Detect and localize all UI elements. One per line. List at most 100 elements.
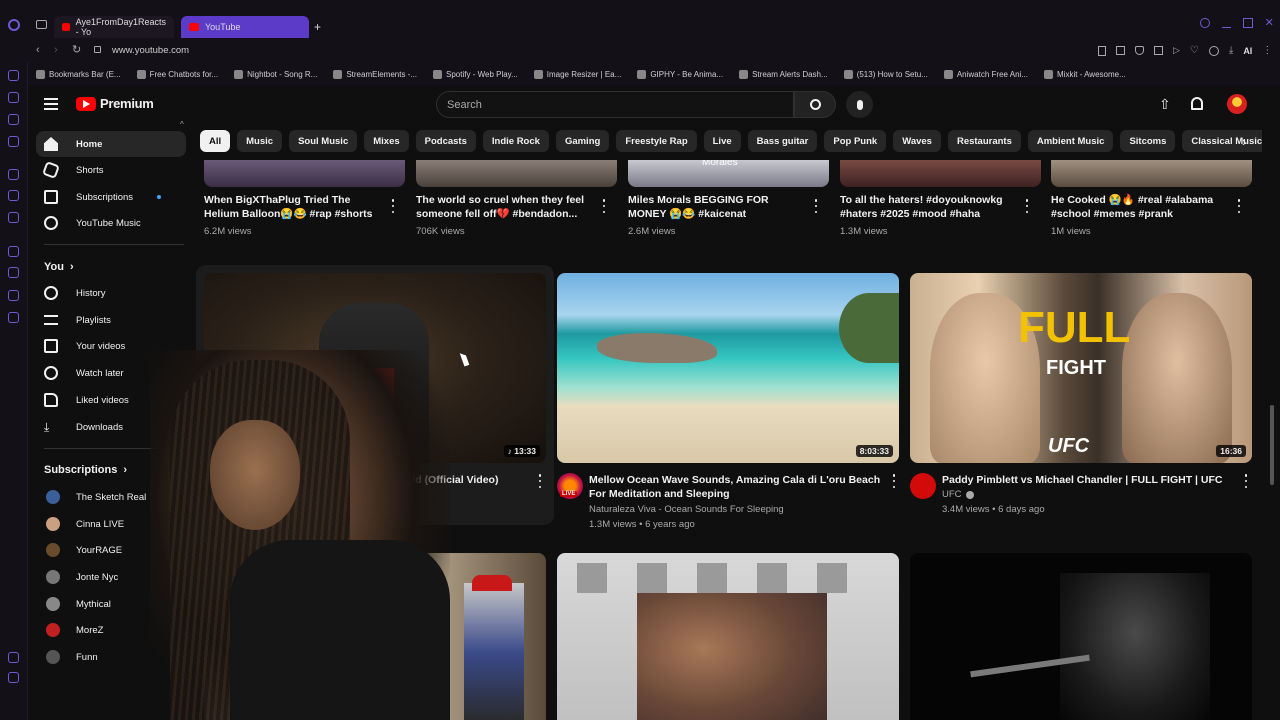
hamburger-menu-icon[interactable] [44, 98, 58, 110]
bookmark-item[interactable]: (513) How to Setu... [836, 64, 936, 84]
short-thumbnail[interactable] [204, 160, 405, 187]
forward-icon[interactable]: › [54, 44, 58, 56]
shield-icon[interactable] [1135, 46, 1144, 55]
download-icon[interactable]: ⤓ [1229, 45, 1233, 56]
chip-classical-music[interactable]: Classical Music [1182, 130, 1262, 152]
minimize-icon[interactable] [1221, 18, 1231, 28]
short-title[interactable]: The world so cruel when they feel someon… [416, 193, 596, 223]
browser-sidebar-app-icon[interactable] [8, 70, 19, 81]
chip-sitcoms[interactable]: Sitcoms [1120, 130, 1176, 152]
channel-name[interactable]: Naturaleza Viva - Ocean Sounds For Sleep… [589, 504, 784, 515]
browser-sidebar-app-icon[interactable] [8, 652, 19, 663]
browser-sidebar-app-icon[interactable] [8, 190, 19, 201]
video-thumbnail[interactable] [910, 553, 1252, 720]
more-options-icon[interactable] [390, 199, 396, 213]
translate-icon[interactable] [1154, 46, 1163, 55]
notifications-bell-icon[interactable] [1191, 97, 1203, 110]
short-title[interactable]: He Cooked 😭🔥 #real #alabama #school #mem… [1051, 193, 1231, 223]
sidebar-item-history[interactable]: History [36, 280, 186, 306]
more-options-icon[interactable] [813, 199, 819, 213]
more-options-icon[interactable] [1024, 199, 1030, 213]
video-thumbnail[interactable] [557, 553, 899, 720]
more-options-icon[interactable] [1243, 474, 1249, 488]
browser-sidebar-app-icon[interactable] [8, 672, 19, 683]
short-thumbnail[interactable]: Morales [628, 160, 829, 187]
more-options-icon[interactable] [891, 474, 897, 488]
sidebar-item-youtube-music[interactable]: YouTube Music [36, 210, 186, 236]
browser-sidebar-app-icon[interactable] [8, 246, 19, 257]
sidebar-item-playlists[interactable]: Playlists [36, 307, 186, 333]
chip-mixes[interactable]: Mixes [364, 130, 409, 152]
subscriptions-heading[interactable]: Subscriptions › [44, 464, 127, 476]
bookmark-icon[interactable] [1098, 45, 1106, 56]
chip-restaurants[interactable]: Restaurants [947, 130, 1021, 152]
browser-sidebar-app-icon[interactable] [8, 290, 19, 301]
youtube-logo[interactable]: Premium [76, 96, 154, 111]
channel-avatar[interactable] [910, 473, 936, 499]
bookmark-item[interactable]: Aniwatch Free Ani... [936, 64, 1036, 84]
video-thumbnail[interactable]: FULL FIGHT UFC 16:36 [910, 273, 1252, 463]
short-title[interactable]: Miles Morals BEGGING FOR MONEY 😭😂 #kaice… [628, 193, 808, 223]
bookmark-item[interactable]: Bookmarks Bar (E... [28, 64, 129, 84]
snapshot-icon[interactable] [1116, 46, 1125, 55]
profile-icon[interactable] [1208, 45, 1219, 56]
bookmark-item[interactable]: Nightbot - Song R... [226, 64, 325, 84]
browser-sidebar-app-icon[interactable] [8, 312, 19, 323]
bookmark-item[interactable]: Image Resizer | Ea... [526, 64, 630, 84]
chips-next-icon[interactable]: › [1242, 134, 1246, 149]
short-thumbnail[interactable] [840, 160, 1041, 187]
collapse-chevron-icon[interactable]: ^ [180, 120, 184, 129]
video-title[interactable]: Mellow Ocean Wave Sounds, Amazing Cala d… [589, 473, 884, 503]
short-title[interactable]: To all the haters! #doyouknowkg #haters … [840, 193, 1020, 223]
menu-icon[interactable]: ⋮ [1262, 45, 1272, 56]
page-scrollbar[interactable] [1270, 405, 1274, 485]
more-options-icon[interactable] [1236, 199, 1242, 213]
chip-bass-guitar[interactable]: Bass guitar [747, 130, 818, 152]
browser-sidebar-app-icon[interactable] [8, 92, 19, 103]
more-options-icon[interactable] [537, 474, 543, 488]
account-avatar[interactable] [1227, 94, 1247, 114]
video-title[interactable]: Paddy Pimblett vs Michael Chandler | FUL… [942, 473, 1237, 489]
chip-indie-rock[interactable]: Indie Rock [482, 130, 549, 152]
aria-ai-button[interactable]: AI [1243, 46, 1252, 56]
browser-sidebar-app-icon[interactable] [8, 114, 19, 125]
maximize-icon[interactable] [1243, 18, 1253, 28]
chip-waves[interactable]: Waves [893, 130, 941, 152]
sidebar-item-subscriptions[interactable]: Subscriptions [36, 184, 186, 210]
more-options-icon[interactable] [601, 199, 607, 213]
search-button[interactable] [794, 91, 836, 118]
search-input[interactable]: Search [436, 91, 794, 118]
voice-search-button[interactable] [846, 91, 873, 118]
chip-podcasts[interactable]: Podcasts [415, 130, 476, 152]
bookmark-item[interactable]: GIPHY - Be Anima... [629, 64, 731, 84]
chip-gaming[interactable]: Gaming [555, 130, 610, 152]
reload-icon[interactable]: ↻ [72, 43, 81, 56]
search-tabs-icon[interactable] [1200, 18, 1210, 28]
chip-soul-music[interactable]: Soul Music [289, 130, 358, 152]
bookmark-item[interactable]: Mixkit - Awesome... [1036, 64, 1134, 84]
bookmark-item[interactable]: Spotify - Web Play... [425, 64, 526, 84]
back-icon[interactable]: ‹ [36, 44, 40, 56]
sidebar-item-home[interactable]: Home [36, 131, 186, 157]
chip-ambient-music[interactable]: Ambient Music [1027, 130, 1114, 152]
new-tab-button[interactable]: + [310, 16, 328, 38]
you-heading[interactable]: You › [44, 261, 74, 273]
chip-music[interactable]: Music [237, 130, 283, 152]
chip-all[interactable]: All [200, 130, 231, 152]
close-icon[interactable]: ✕ [1265, 18, 1274, 29]
browser-sidebar-app-icon[interactable] [8, 267, 19, 278]
tab-aye1[interactable]: Aye1FromDay1Reacts - Yo [54, 16, 174, 38]
bookmark-item[interactable]: StreamElements -... [325, 64, 425, 84]
channel-name[interactable]: UFC [942, 489, 974, 500]
bookmark-item[interactable]: Free Chatbots for... [129, 64, 226, 84]
short-title[interactable]: When BigXThaPlug Tried The Helium Balloo… [204, 193, 384, 223]
browser-sidebar-app-icon[interactable] [8, 169, 19, 180]
chip-freestyle-rap[interactable]: Freestyle Rap [616, 130, 697, 152]
chip-live[interactable]: Live [703, 130, 741, 152]
chip-pop-punk[interactable]: Pop Punk [824, 130, 887, 152]
short-thumbnail[interactable] [1051, 160, 1252, 187]
browser-sidebar-app-icon[interactable] [8, 136, 19, 147]
sidebar-item-shorts[interactable]: Shorts [36, 157, 186, 183]
video-thumbnail[interactable]: 8:03:33 [557, 273, 899, 463]
bookmark-item[interactable]: Stream Alerts Dash... [731, 64, 836, 84]
